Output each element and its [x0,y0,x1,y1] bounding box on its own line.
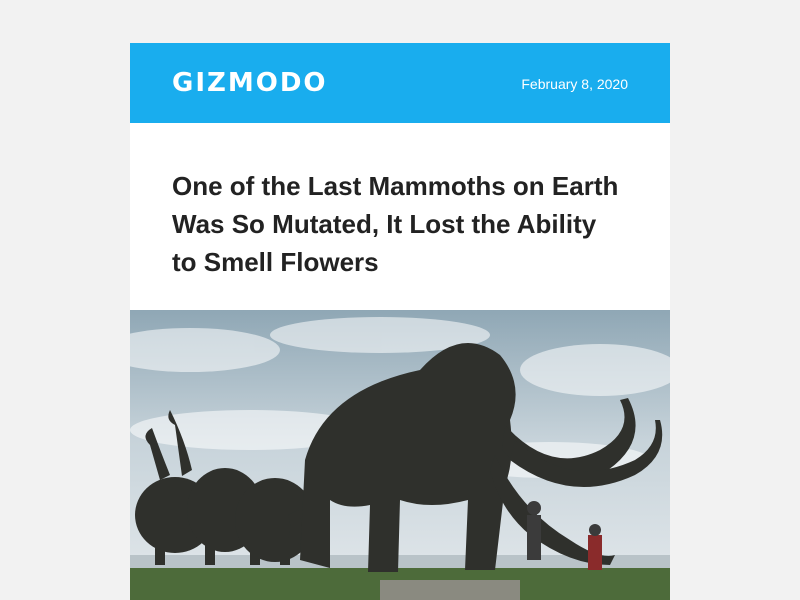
newsletter-header: GIZMODO February 8, 2020 [130,43,670,123]
email-card: GIZMODO February 8, 2020 One of the Last… [130,43,670,600]
gizmodo-logo[interactable]: GIZMODO [172,67,328,99]
issue-date: February 8, 2020 [521,76,628,92]
path [380,580,520,600]
article-headline[interactable]: One of the Last Mammoths on Earth Was So… [172,167,622,281]
hero-image[interactable] [130,310,670,600]
